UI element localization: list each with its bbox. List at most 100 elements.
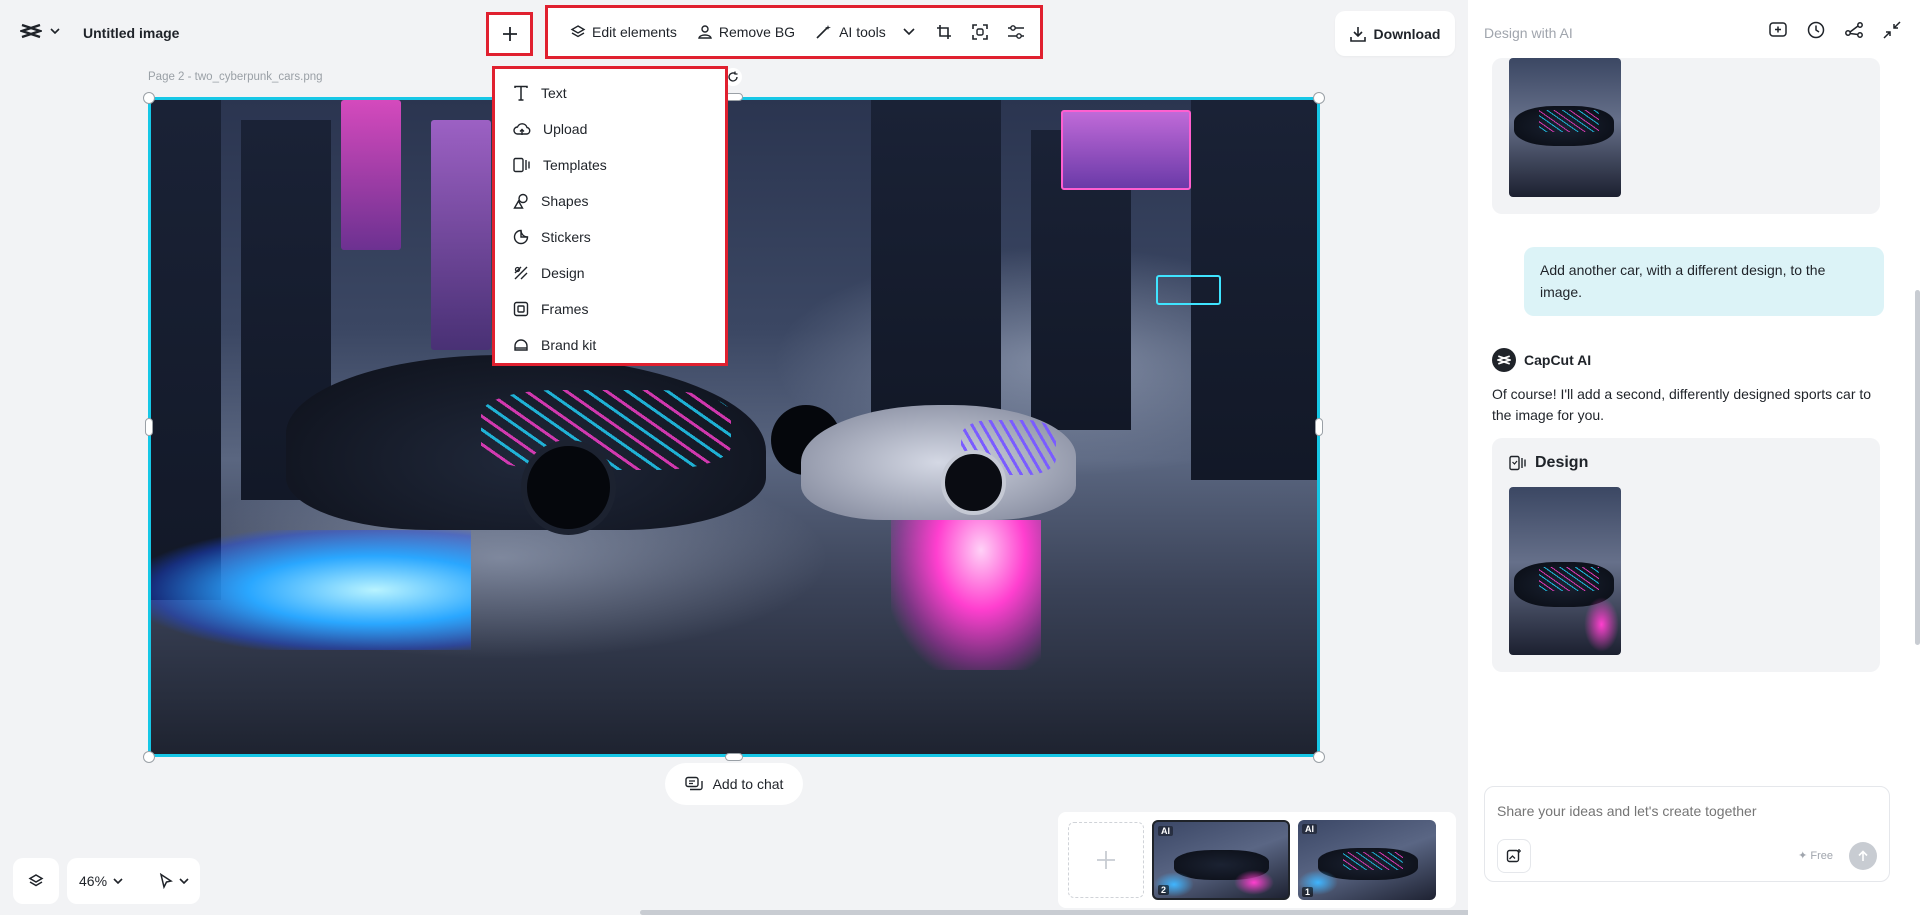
canvas-image[interactable] (148, 97, 1320, 757)
zoom-level[interactable]: 46% (79, 873, 107, 889)
page-number: 1 (1302, 887, 1314, 897)
menu-item-stickers[interactable]: Stickers (495, 219, 725, 255)
chevron-down-icon (903, 28, 915, 36)
design-result-image[interactable] (1509, 487, 1621, 655)
plus-icon (502, 27, 517, 41)
new-chat-icon[interactable] (1768, 20, 1788, 40)
layers-icon (570, 25, 586, 38)
chat-add-icon (684, 776, 703, 791)
resize-handle-left[interactable] (145, 418, 153, 436)
sliders-icon (1007, 25, 1024, 39)
upload-cloud-icon (513, 123, 531, 135)
layers-icon (28, 874, 44, 887)
page-number: 2 (1158, 885, 1170, 895)
chevron-down-icon (50, 28, 60, 34)
free-label: ✦ Free (1798, 850, 1833, 862)
capcut-logo-icon (1497, 355, 1511, 365)
chevron-down-icon[interactable] (113, 878, 123, 884)
resize-handle-bottom-left[interactable] (143, 751, 155, 763)
menu-item-frames[interactable]: Frames (495, 291, 725, 327)
ai-badge: AI (1302, 824, 1317, 834)
download-icon (1349, 26, 1366, 42)
download-label: Download (1373, 25, 1441, 42)
menu-item-text[interactable]: Text (495, 75, 725, 111)
history-icon[interactable] (1806, 20, 1826, 40)
brand-kit-icon (514, 339, 528, 351)
previous-result-card (1492, 58, 1880, 214)
edit-elements-button[interactable]: Edit elements (560, 16, 687, 48)
sticker-icon (513, 229, 529, 245)
resize-handle-top-right[interactable] (1313, 92, 1325, 104)
menu-item-templates[interactable]: Templates (495, 147, 725, 183)
resize-handle-bottom-right[interactable] (1313, 751, 1325, 763)
panel-scrollbar[interactable] (1915, 290, 1920, 645)
attach-image-button[interactable] (1497, 839, 1531, 873)
menu-item-label: Upload (543, 121, 588, 137)
ai-message-header: CapCut AI (1492, 348, 1591, 372)
menu-item-label: Shapes (541, 193, 589, 209)
capcut-logo-menu[interactable] (20, 22, 60, 40)
capcut-avatar (1492, 348, 1516, 372)
shapes-icon (513, 193, 528, 209)
image-add-icon (1506, 849, 1521, 863)
focus-button[interactable] (962, 16, 998, 48)
result-image[interactable] (1509, 58, 1621, 197)
ai-badge: AI (1158, 826, 1173, 836)
ai-message: Of course! I'll add a second, differentl… (1492, 386, 1872, 423)
add-to-chat-button[interactable]: Add to chat (665, 763, 803, 805)
add-element-menu: Text Upload Templates Shapes Stickers De… (492, 66, 728, 366)
text-icon (514, 85, 528, 101)
add-element-button[interactable] (486, 12, 533, 56)
pointer-tool-icon[interactable] (159, 873, 173, 889)
chevron-down-icon[interactable] (179, 878, 189, 884)
resize-handle-bottom[interactable] (725, 753, 743, 761)
share-icon[interactable] (1844, 20, 1864, 40)
design-template-icon (1509, 455, 1526, 471)
rotate-icon (728, 71, 738, 82)
adjust-button[interactable] (998, 16, 1034, 48)
person-icon (697, 25, 712, 39)
page-label: Page 2 - two_cyberpunk_cars.png (148, 71, 323, 83)
crop-button[interactable] (926, 16, 962, 48)
magic-wand-icon (816, 25, 832, 39)
arrow-up-icon (1858, 850, 1868, 861)
menu-item-shapes[interactable]: Shapes (495, 183, 725, 219)
menu-item-design[interactable]: Design (495, 255, 725, 291)
remove-bg-button[interactable]: Remove BG (687, 16, 805, 48)
chat-input[interactable] (1497, 803, 1877, 819)
edit-toolbar: Edit elements Remove BG AI tools (545, 5, 1043, 59)
design-card-label: Design (1535, 454, 1589, 471)
capcut-logo-icon (20, 23, 42, 39)
collapse-icon[interactable] (1882, 20, 1902, 40)
menu-item-upload[interactable]: Upload (495, 111, 725, 147)
menu-item-label: Templates (543, 157, 607, 173)
ai-tools-button[interactable]: AI tools (805, 16, 926, 48)
download-button[interactable]: Download (1335, 11, 1455, 56)
chat-input-box: ✦ Free (1484, 786, 1890, 882)
resize-handle-top-left[interactable] (143, 92, 155, 104)
design-icon (514, 266, 528, 280)
panel-title: Design with AI (1484, 25, 1573, 41)
page-thumbnail-1[interactable]: AI 1 (1298, 820, 1436, 900)
focus-frame-icon (971, 24, 988, 40)
menu-item-brand-kit[interactable]: Brand kit (495, 327, 725, 363)
menu-item-label: Text (541, 85, 567, 101)
ai-name: CapCut AI (1524, 352, 1592, 368)
cyberpunk-scene-image (151, 100, 1317, 754)
send-button[interactable] (1849, 842, 1877, 870)
zoom-control: 46% (67, 858, 200, 904)
user-message: Add another car, with a different design… (1524, 247, 1884, 316)
menu-item-label: Design (541, 265, 585, 281)
page-thumbnail-2[interactable]: AI 2 (1152, 820, 1290, 900)
add-page-button[interactable] (1068, 822, 1144, 898)
edit-elements-label: Edit elements (592, 24, 677, 40)
frame-icon (513, 301, 529, 317)
ai-tools-label: AI tools (839, 24, 886, 40)
resize-handle-right[interactable] (1315, 418, 1323, 436)
horizontal-scrollbar[interactable] (640, 910, 1475, 915)
panel-actions (1768, 20, 1902, 40)
design-card-header: Design (1509, 454, 1588, 472)
layers-button[interactable] (13, 858, 59, 904)
document-title[interactable]: Untitled image (83, 25, 179, 41)
remove-bg-label: Remove BG (718, 24, 796, 40)
